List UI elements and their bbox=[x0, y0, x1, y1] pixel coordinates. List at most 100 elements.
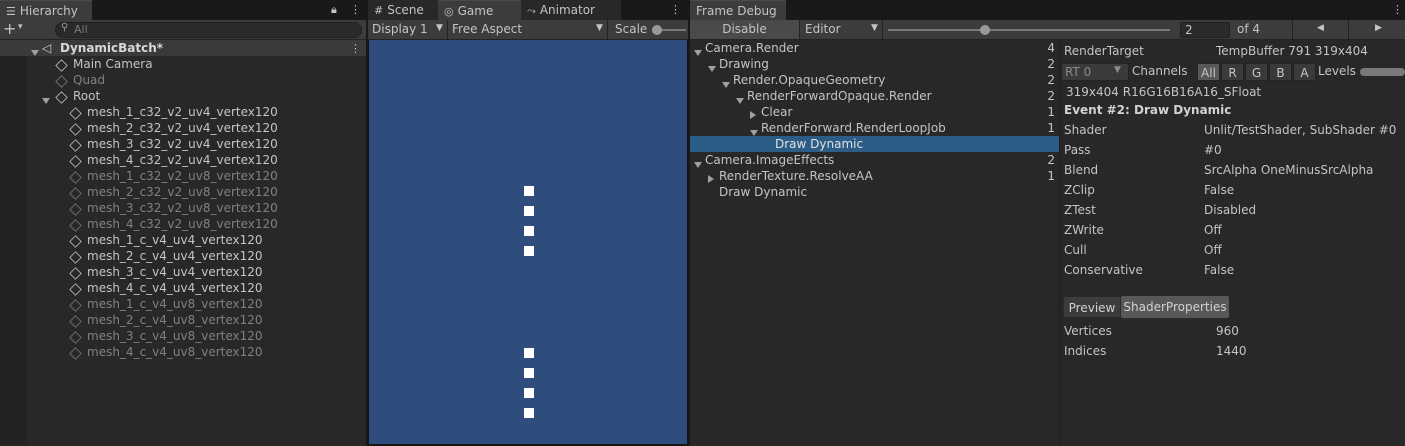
event-tree-label: Clear bbox=[761, 105, 793, 119]
scale-slider-thumb[interactable] bbox=[652, 25, 662, 35]
hierarchy-item[interactable]: mesh_4_c_v4_uv8_vertex120 bbox=[0, 344, 366, 360]
rendered-quad bbox=[524, 388, 534, 398]
editor-dropdown[interactable]: Editor ▼ bbox=[801, 20, 883, 39]
tab-hierarchy-label: Hierarchy bbox=[19, 4, 78, 18]
display-dropdown[interactable]: Display 1 ▼ bbox=[368, 20, 448, 39]
levels-label: Levels bbox=[1318, 64, 1356, 78]
hierarchy-item[interactable]: mesh_3_c32_v2_uv4_vertex120 bbox=[0, 136, 366, 152]
hierarchy-item-label: Main Camera bbox=[73, 57, 153, 71]
frame-debug-panel: Frame Debug ⋮ Disable Editor ▼ 2 of 4 ◀ … bbox=[690, 0, 1405, 446]
property-key: Pass bbox=[1064, 143, 1091, 157]
stat-value: 960 bbox=[1216, 324, 1239, 338]
property-key: ZWrite bbox=[1064, 223, 1104, 237]
channels-label: Channels bbox=[1132, 64, 1188, 78]
more-options-icon[interactable]: ⋮ bbox=[670, 3, 681, 16]
hierarchy-item[interactable]: mesh_2_c_v4_uv4_vertex120 bbox=[0, 248, 366, 264]
hierarchy-item[interactable]: mesh_1_c_v4_uv8_vertex120 bbox=[0, 296, 366, 312]
dropdown-arrow-icon: ▼ bbox=[596, 23, 603, 33]
channel-toggle-r[interactable]: R bbox=[1221, 63, 1244, 81]
hierarchy-item[interactable]: mesh_3_c32_v2_uv8_vertex120 bbox=[0, 200, 366, 216]
render-target-row: RenderTarget TempBuffer 791 319x404 bbox=[1064, 41, 1404, 61]
lock-icon[interactable]: 🔒︎ bbox=[331, 3, 337, 17]
hierarchy-item[interactable]: Main Camera bbox=[0, 56, 366, 72]
event-slider[interactable] bbox=[888, 25, 1170, 35]
search-input[interactable]: ⚲ All bbox=[55, 22, 362, 38]
channel-toggle-label: G bbox=[1251, 66, 1262, 80]
hierarchy-item[interactable]: mesh_1_c32_v2_uv8_vertex120 bbox=[0, 168, 366, 184]
event-tree-item[interactable]: RenderForwardOpaque.Render 2 bbox=[690, 88, 1059, 104]
event-tree-count: 1 bbox=[1047, 169, 1055, 183]
hierarchy-item-label: mesh_2_c_v4_uv8_vertex120 bbox=[87, 313, 263, 327]
event-index-field[interactable]: 2 bbox=[1180, 22, 1230, 38]
hierarchy-item[interactable]: mesh_2_c32_v2_uv8_vertex120 bbox=[0, 184, 366, 200]
tab-scene[interactable]: # Scene bbox=[368, 0, 438, 20]
hierarchy-item[interactable]: mesh_3_c_v4_uv4_vertex120 bbox=[0, 264, 366, 280]
property-row: ZTest Disabled bbox=[1064, 200, 1404, 220]
scene-menu-icon[interactable]: ⋮ bbox=[350, 41, 361, 57]
next-event-button[interactable]: ▶ bbox=[1348, 20, 1405, 39]
event-tree-item[interactable]: Drawing 2 bbox=[690, 56, 1059, 72]
event-tree-item[interactable]: RenderForward.RenderLoopJob 1 bbox=[690, 120, 1059, 136]
hierarchy-item[interactable]: mesh_3_c_v4_uv8_vertex120 bbox=[0, 328, 366, 344]
event-tree-item[interactable]: RenderTexture.ResolveAA 1 bbox=[690, 168, 1059, 184]
dropdown-arrow-icon: ▼ bbox=[436, 23, 443, 33]
hierarchy-panel: ☰ Hierarchy 🔒︎ ⋮ + ▾ ⚲ All ◁ DynamicBatch… bbox=[0, 0, 366, 446]
more-options-icon[interactable]: ⋮ bbox=[350, 3, 361, 16]
event-tree-item[interactable]: Render.OpaqueGeometry 2 bbox=[690, 72, 1059, 88]
aspect-dropdown[interactable]: Free Aspect ▼ bbox=[448, 20, 608, 39]
event-tree-item[interactable]: Camera.Render 4 bbox=[690, 40, 1059, 56]
hierarchy-item[interactable]: mesh_1_c32_v2_uv4_vertex120 bbox=[0, 104, 366, 120]
hierarchy-item-label: Root bbox=[73, 89, 101, 103]
event-total: of 4 bbox=[1237, 22, 1261, 36]
tab-preview[interactable]: Preview bbox=[1063, 296, 1121, 318]
hierarchy-item[interactable]: mesh_2_c_v4_uv8_vertex120 bbox=[0, 312, 366, 328]
tab-frame-debug[interactable]: Frame Debug bbox=[690, 0, 786, 20]
stat-row: Indices 1440 bbox=[1064, 341, 1404, 361]
rendered-quad bbox=[524, 246, 534, 256]
tab-shader-properties[interactable]: ShaderProperties bbox=[1121, 296, 1229, 318]
channel-toggle-b[interactable]: B bbox=[1269, 63, 1292, 81]
hierarchy-item[interactable]: mesh_4_c32_v2_uv8_vertex120 bbox=[0, 216, 366, 232]
event-tree-item[interactable]: Clear 1 bbox=[690, 104, 1059, 120]
gamepad-icon: ◎ bbox=[444, 5, 454, 18]
game-toolbar: Display 1 ▼ Free Aspect ▼ Scale bbox=[368, 20, 688, 40]
channel-toggle-all[interactable]: All bbox=[1197, 63, 1220, 81]
scene-header-row[interactable]: ◁ DynamicBatch* ⋮ bbox=[0, 40, 366, 56]
tree-divider[interactable] bbox=[1059, 40, 1060, 446]
arrow-right-icon: ▶ bbox=[1375, 23, 1382, 33]
stat-key: Vertices bbox=[1064, 324, 1112, 338]
stat-row: Vertices 960 bbox=[1064, 321, 1404, 341]
frame-debug-toolbar: Disable Editor ▼ 2 of 4 ◀ ▶ bbox=[690, 20, 1405, 40]
rt-dropdown[interactable]: RT 0 ▼ bbox=[1061, 63, 1129, 81]
event-tree-item[interactable]: Draw Dynamic bbox=[690, 136, 1059, 152]
property-row: Conservative False bbox=[1064, 260, 1404, 280]
hierarchy-item[interactable]: mesh_1_c_v4_uv4_vertex120 bbox=[0, 232, 366, 248]
event-tree-count: 2 bbox=[1047, 153, 1055, 167]
game-viewport[interactable] bbox=[368, 40, 688, 446]
hierarchy-item[interactable]: mesh_4_c_v4_uv4_vertex120 bbox=[0, 280, 366, 296]
gameobject-icon bbox=[69, 346, 87, 362]
game-tabbar: # Scene ◎ Game ⤳ Animator ⋮ bbox=[368, 0, 688, 20]
tab-animator[interactable]: ⤳ Animator bbox=[521, 0, 621, 20]
tab-game[interactable]: ◎ Game bbox=[438, 0, 521, 20]
chevron-down-icon[interactable]: ▾ bbox=[18, 22, 23, 32]
event-tree-count: 2 bbox=[1047, 89, 1055, 103]
add-icon[interactable]: + bbox=[3, 20, 16, 38]
event-slider-thumb[interactable] bbox=[980, 25, 990, 35]
hierarchy-item[interactable]: Root bbox=[0, 88, 366, 104]
event-tree-item[interactable]: Camera.ImageEffects 2 bbox=[690, 152, 1059, 168]
levels-slider[interactable] bbox=[1360, 68, 1405, 76]
previous-event-button[interactable]: ◀ bbox=[1292, 20, 1348, 39]
more-options-icon[interactable]: ⋮ bbox=[1392, 3, 1403, 16]
channel-toggle-g[interactable]: G bbox=[1245, 63, 1268, 81]
hierarchy-item[interactable]: mesh_2_c32_v2_uv4_vertex120 bbox=[0, 120, 366, 136]
disable-button[interactable]: Disable bbox=[690, 20, 800, 39]
channel-toggle-a[interactable]: A bbox=[1293, 63, 1316, 81]
scale-slider[interactable] bbox=[652, 25, 686, 35]
hierarchy-item[interactable]: mesh_4_c32_v2_uv4_vertex120 bbox=[0, 152, 366, 168]
hierarchy-item-label: mesh_1_c32_v2_uv4_vertex120 bbox=[87, 105, 278, 119]
property-value: False bbox=[1204, 263, 1235, 277]
tab-hierarchy[interactable]: ☰ Hierarchy bbox=[0, 0, 92, 20]
event-tree-item[interactable]: Draw Dynamic bbox=[690, 184, 1059, 200]
hierarchy-item[interactable]: Quad bbox=[0, 72, 366, 88]
